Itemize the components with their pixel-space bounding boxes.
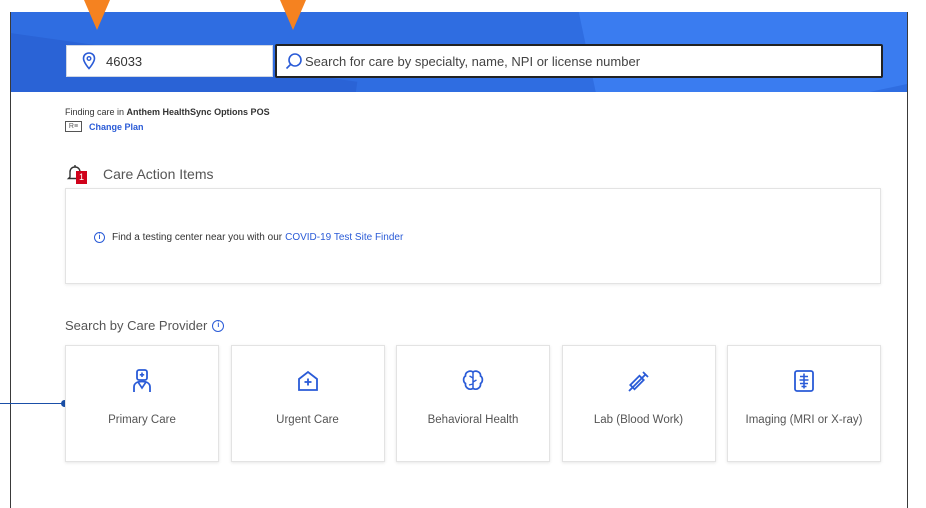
location-value: 46033 bbox=[106, 53, 143, 69]
plan-prefix: Finding care in bbox=[65, 107, 127, 117]
bell-icon: 1 bbox=[66, 164, 88, 184]
search-input[interactable] bbox=[305, 53, 865, 69]
tile-label: Primary Care bbox=[108, 414, 176, 426]
plan-info: Finding care in Anthem HealthSync Option… bbox=[65, 107, 270, 117]
syringe-icon bbox=[626, 368, 652, 394]
info-icon: i bbox=[94, 232, 105, 243]
care-provider-tiles: Primary Care Urgent Care Behavioral Heal… bbox=[65, 345, 881, 462]
search-box[interactable] bbox=[275, 44, 883, 78]
tile-behavioral-health[interactable]: Behavioral Health bbox=[396, 345, 550, 462]
covid-test-link[interactable]: COVID-19 Test Site Finder bbox=[285, 232, 403, 243]
annotation-pointer-line bbox=[0, 403, 64, 404]
doctor-icon bbox=[129, 368, 155, 394]
care-provider-title: Search by Care Provider bbox=[65, 318, 208, 333]
brain-icon bbox=[460, 368, 486, 394]
care-action-header: 1 Care Action Items bbox=[66, 164, 214, 184]
notification-badge: 1 bbox=[76, 171, 87, 184]
tile-label: Behavioral Health bbox=[427, 414, 519, 426]
map-pin-icon bbox=[82, 52, 96, 70]
care-action-card: i Find a testing center near you with ou… bbox=[65, 188, 881, 284]
info-icon[interactable]: i bbox=[212, 319, 225, 332]
annotation-arrow bbox=[280, 0, 306, 30]
location-input[interactable]: 46033 bbox=[66, 45, 273, 77]
xray-icon bbox=[791, 368, 817, 394]
tile-primary-care[interactable]: Primary Care bbox=[65, 345, 219, 462]
tile-label: Imaging (MRI or X-ray) bbox=[745, 414, 863, 426]
care-provider-header: Search by Care Provider i bbox=[65, 318, 225, 333]
message-text: Find a testing center near you with our bbox=[112, 232, 283, 243]
tile-urgent-care[interactable]: Urgent Care bbox=[230, 345, 385, 462]
care-action-message: i Find a testing center near you with ou… bbox=[94, 232, 403, 243]
tile-label: Lab (Blood Work) bbox=[593, 414, 684, 426]
change-plan-link[interactable]: Change Plan bbox=[89, 122, 144, 132]
search-icon bbox=[285, 52, 303, 70]
tile-lab-blood-work[interactable]: Lab (Blood Work) bbox=[561, 345, 716, 462]
plan-name: Anthem HealthSync Options POS bbox=[126, 107, 270, 117]
annotation-arrow bbox=[84, 0, 110, 30]
change-plan-row: R≡ Change Plan bbox=[65, 121, 144, 132]
tile-label: Urgent Care bbox=[276, 414, 339, 426]
urgent-care-icon bbox=[295, 368, 321, 394]
id-card-icon: R≡ bbox=[65, 121, 82, 132]
tile-imaging[interactable]: Imaging (MRI or X-ray) bbox=[727, 345, 881, 462]
care-action-title: Care Action Items bbox=[103, 166, 214, 182]
